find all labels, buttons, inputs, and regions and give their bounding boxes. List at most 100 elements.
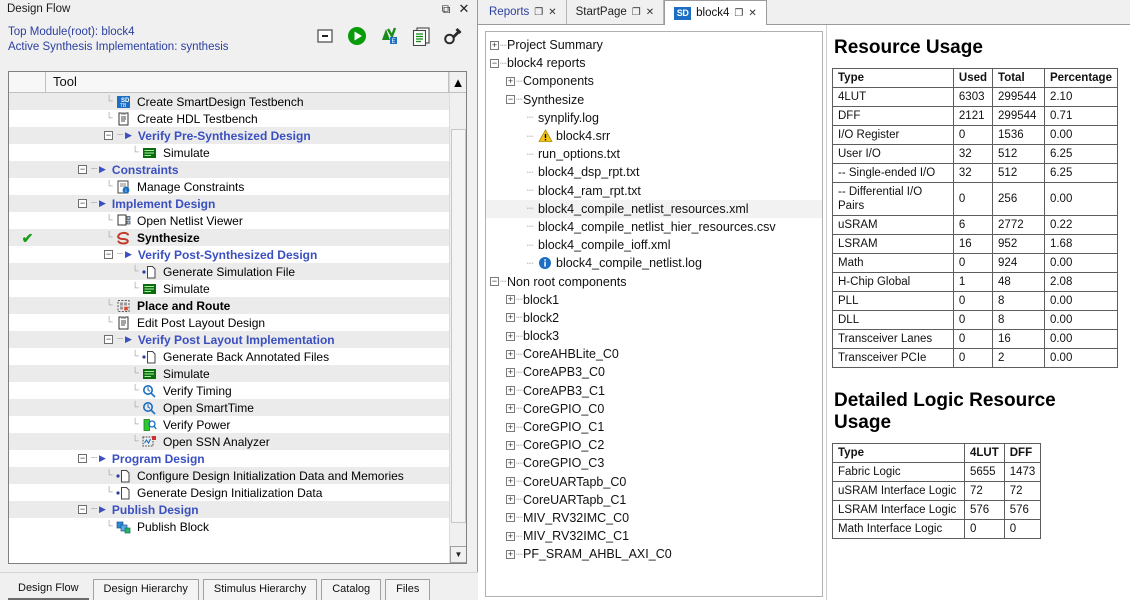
reports-tree-item[interactable]: +┈MIV_RV32IMC_C0 [486, 509, 822, 527]
tool-row[interactable]: └Generate Back Annotated Files [9, 348, 449, 365]
reports-tree-item[interactable]: ┈block4_compile_netlist_resources.xml [486, 200, 822, 218]
expand-expander-icon[interactable]: + [506, 550, 515, 559]
expand-expander-icon[interactable]: + [506, 477, 515, 486]
document-tab-block4[interactable]: SDblock4❐✕ [664, 0, 767, 25]
expand-expander-icon[interactable]: + [506, 404, 515, 413]
restore-icon[interactable]: ⧉ [439, 2, 453, 16]
run-icon[interactable] [347, 26, 367, 46]
collapse-expander-icon[interactable]: − [104, 131, 113, 140]
reports-tree-item[interactable]: −┈Non root components [486, 272, 822, 290]
reports-tree-item[interactable]: −┈block4 reports [486, 54, 822, 72]
tool-row[interactable]: −┈▶Program Design [9, 450, 449, 467]
reports-tree-item[interactable]: +┈block3 [486, 327, 822, 345]
collapse-expander-icon[interactable]: − [78, 505, 87, 514]
expand-expander-icon[interactable]: + [506, 459, 515, 468]
tool-row[interactable]: └Open SSN Analyzer [9, 433, 449, 450]
tool-row[interactable]: └Verify Timing [9, 382, 449, 399]
tool-row[interactable]: −┈▶Verify Pre-Synthesized Design [9, 127, 449, 144]
reports-tree-item[interactable]: ┈synplify.log [486, 109, 822, 127]
collapse-expander-icon[interactable]: − [104, 335, 113, 344]
expand-expander-icon[interactable]: + [506, 495, 515, 504]
reports-tree-item[interactable]: +┈block1 [486, 291, 822, 309]
left-tab-design-hierarchy[interactable]: Design Hierarchy [93, 579, 199, 600]
expand-expander-icon[interactable]: + [506, 295, 515, 304]
expand-expander-icon[interactable]: + [506, 423, 515, 432]
reports-tree-item[interactable]: +┈CoreGPIO_C1 [486, 418, 822, 436]
expand-expander-icon[interactable]: + [506, 313, 515, 322]
collapse-expander-icon[interactable]: − [78, 165, 87, 174]
reports-tree-item[interactable]: +┈CoreGPIO_C2 [486, 436, 822, 454]
restore-icon[interactable]: ❐ [632, 7, 641, 18]
tool-row[interactable]: −┈▶Constraints [9, 161, 449, 178]
tool-row[interactable]: −┈▶Publish Design [9, 501, 449, 518]
reports-tree-item[interactable]: ┈block4.srr [486, 127, 822, 145]
tool-list-scroll-thumb[interactable] [451, 129, 466, 523]
collapse-expander-icon[interactable]: − [490, 277, 499, 286]
restore-icon[interactable]: ❐ [734, 8, 743, 19]
close-icon[interactable]: ✕ [457, 2, 471, 16]
close-icon[interactable]: ✕ [548, 7, 556, 18]
expand-expander-icon[interactable]: + [506, 441, 515, 450]
tool-row[interactable]: └Configure Design Initialization Data an… [9, 467, 449, 484]
reports-tree-item[interactable]: +┈CoreAPB3_C0 [486, 363, 822, 381]
tool-list-scroll-up-button[interactable]: ▲ [449, 72, 466, 92]
tool-row[interactable]: └Simulate [9, 144, 449, 161]
tool-row[interactable]: └Simulate [9, 280, 449, 297]
reports-tree-item[interactable]: ┈block4_compile_ioff.xml [486, 236, 822, 254]
collapse-expander-icon[interactable]: − [490, 59, 499, 68]
reports-tree-item[interactable]: ┈run_options.txt [486, 145, 822, 163]
reports-tree-item[interactable]: −┈Synthesize [486, 91, 822, 109]
tool-row[interactable]: └Generate Design Initialization Data [9, 484, 449, 501]
reports-tree-item[interactable]: ┈block4_compile_netlist_hier_resources.c… [486, 218, 822, 236]
reports-tree-item[interactable]: +┈Project Summary [486, 36, 822, 54]
tool-row[interactable]: −┈▶Verify Post-Synthesized Design [9, 246, 449, 263]
left-tab-catalog[interactable]: Catalog [321, 579, 381, 600]
tool-row[interactable]: └Simulate [9, 365, 449, 382]
tool-row[interactable]: └Publish Block [9, 518, 449, 535]
tool-row[interactable]: └Open SmartTime [9, 399, 449, 416]
tool-row[interactable]: └Generate Simulation File [9, 263, 449, 280]
tool-list-scrollbar[interactable]: ▼ [449, 93, 466, 563]
configure-icon[interactable]: E [379, 26, 399, 46]
reports-tree-item[interactable]: +┈Components [486, 72, 822, 90]
reports-tree-item[interactable]: +┈CoreUARTapb_C0 [486, 473, 822, 491]
expand-expander-icon[interactable]: + [506, 386, 515, 395]
triangle-down-icon[interactable]: ▼ [450, 546, 467, 563]
expand-expander-icon[interactable]: + [506, 350, 515, 359]
expand-expander-icon[interactable]: + [506, 368, 515, 377]
collapse-expander-icon[interactable]: − [506, 95, 515, 104]
reports-tree-item[interactable]: +┈CoreGPIO_C3 [486, 454, 822, 472]
collapse-all-icon[interactable] [315, 26, 335, 46]
tool-row[interactable]: └Place and Route [9, 297, 449, 314]
tool-row[interactable]: └Open Netlist Viewer [9, 212, 449, 229]
left-tab-stimulus-hierarchy[interactable]: Stimulus Hierarchy [203, 579, 317, 600]
left-tab-design-flow[interactable]: Design Flow [8, 579, 89, 600]
tool-row[interactable]: ✔└Synthesize [9, 229, 449, 246]
tool-row[interactable]: └Create HDL Testbench [9, 110, 449, 127]
document-tab-reports[interactable]: Reports❐✕ [480, 0, 567, 24]
close-icon[interactable]: ✕ [748, 8, 756, 19]
reports-tree-item[interactable]: +┈CoreAPB3_C1 [486, 382, 822, 400]
tool-options-icon[interactable] [443, 26, 463, 46]
reports-tree-item[interactable]: ┈block4_ram_rpt.txt [486, 182, 822, 200]
tool-row[interactable]: └Edit Post Layout Design [9, 314, 449, 331]
expand-expander-icon[interactable]: + [506, 532, 515, 541]
collapse-expander-icon[interactable]: − [78, 199, 87, 208]
reports-tree-item[interactable]: +┈CoreGPIO_C0 [486, 400, 822, 418]
document-tab-startpage[interactable]: StartPage❐✕ [567, 0, 665, 24]
collapse-expander-icon[interactable]: − [104, 250, 113, 259]
tool-row[interactable]: −┈▶Implement Design [9, 195, 449, 212]
collapse-expander-icon[interactable]: − [78, 454, 87, 463]
close-icon[interactable]: ✕ [646, 7, 654, 18]
restore-icon[interactable]: ❐ [534, 7, 543, 18]
report-icon[interactable] [411, 26, 431, 46]
tool-row[interactable]: └iManage Constraints [9, 178, 449, 195]
reports-tree-item[interactable]: ┈block4_compile_netlist.log [486, 254, 822, 272]
tool-row[interactable]: └Verify Power [9, 416, 449, 433]
reports-tree-item[interactable]: +┈CoreUARTapb_C1 [486, 491, 822, 509]
reports-tree-item[interactable]: +┈MIV_RV32IMC_C1 [486, 527, 822, 545]
reports-tree-item[interactable]: +┈block2 [486, 309, 822, 327]
reports-tree-item[interactable]: +┈CoreAHBLite_C0 [486, 345, 822, 363]
tool-row[interactable]: └SDTBCreate SmartDesign Testbench [9, 93, 449, 110]
expand-expander-icon[interactable]: + [506, 77, 515, 86]
